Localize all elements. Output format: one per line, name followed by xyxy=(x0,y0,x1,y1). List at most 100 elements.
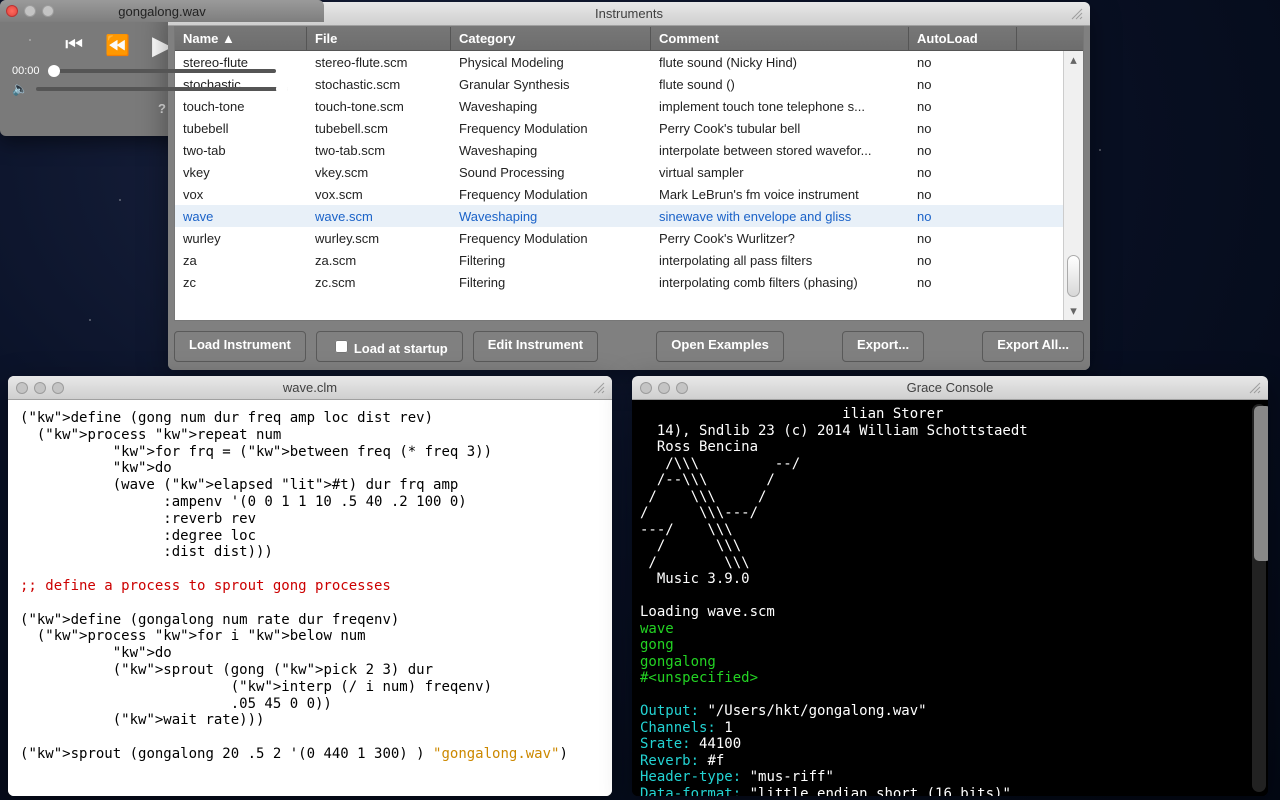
editor-window: wave.clm ("kw">define (gong num dur freq… xyxy=(8,376,612,796)
vertical-scrollbar[interactable]: ▴ ▾ xyxy=(1063,51,1083,320)
scroll-thumb[interactable] xyxy=(1067,255,1080,297)
scroll-up-icon[interactable]: ▴ xyxy=(1070,51,1077,69)
minimize-icon[interactable] xyxy=(24,5,36,17)
window-title: Grace Console xyxy=(632,380,1268,395)
rewind-icon[interactable]: ⏪ xyxy=(105,30,130,61)
column-category[interactable]: Category xyxy=(451,27,651,50)
cell-comment: sinewave with envelope and gliss xyxy=(651,209,909,224)
time-current: 00:00 xyxy=(12,65,40,77)
console-output[interactable]: ilian Storer 14), Sndlib 23 (c) 2014 Wil… xyxy=(632,400,1268,796)
cell-file: vkey.scm xyxy=(307,165,451,180)
cell-autoload: no xyxy=(909,253,1017,268)
scroll-thumb[interactable] xyxy=(1254,406,1268,561)
cell-file: wave.scm xyxy=(307,209,451,224)
cell-name: vkey xyxy=(175,165,307,180)
prev-track-icon[interactable]: ⏮ xyxy=(65,30,83,61)
cell-file: touch-tone.scm xyxy=(307,99,451,114)
cell-category: Frequency Modulation xyxy=(451,121,651,136)
cell-comment: flute sound () xyxy=(651,77,909,92)
cell-comment: flute sound (Nicky Hind) xyxy=(651,55,909,70)
column-file[interactable]: File xyxy=(307,27,451,50)
close-icon[interactable] xyxy=(16,382,28,394)
cell-category: Waveshaping xyxy=(451,143,651,158)
cell-name: two-tab xyxy=(175,143,307,158)
resize-icon[interactable] xyxy=(592,381,606,395)
export-all-button[interactable]: Export All... xyxy=(982,331,1084,362)
table-row[interactable]: touch-tonetouch-tone.scmWaveshapingimple… xyxy=(175,95,1063,117)
minimize-icon[interactable] xyxy=(34,382,46,394)
column-name[interactable]: Name ▲ xyxy=(175,27,307,50)
cell-category: Granular Synthesis xyxy=(451,77,651,92)
cell-comment: Mark LeBrun's fm voice instrument xyxy=(651,187,909,202)
export-button[interactable]: Export... xyxy=(842,331,924,362)
volume-thumb[interactable] xyxy=(276,83,288,95)
code-editor[interactable]: ("kw">define (gong num dur freq amp loc … xyxy=(8,400,612,796)
close-icon[interactable] xyxy=(6,5,18,17)
table-row[interactable]: zaza.scmFilteringinterpolating all pass … xyxy=(175,249,1063,271)
table-row[interactable]: stereo-flutestereo-flute.scmPhysical Mod… xyxy=(175,51,1063,73)
vertical-scrollbar[interactable] xyxy=(1252,404,1266,792)
cell-file: za.scm xyxy=(307,253,451,268)
cell-file: vox.scm xyxy=(307,187,451,202)
close-icon[interactable] xyxy=(640,382,652,394)
table-row[interactable]: tubebelltubebell.scmFrequency Modulation… xyxy=(175,117,1063,139)
cell-name: za xyxy=(175,253,307,268)
cell-autoload: no xyxy=(909,121,1017,136)
cell-autoload: no xyxy=(909,99,1017,114)
cell-comment: interpolating all pass filters xyxy=(651,253,909,268)
cell-comment: Perry Cook's Wurlitzer? xyxy=(651,231,909,246)
resize-icon[interactable] xyxy=(1248,381,1262,395)
cell-category: Frequency Modulation xyxy=(451,231,651,246)
table-header: Name ▲ File Category Comment AutoLoad xyxy=(175,27,1083,51)
column-autoload[interactable]: AutoLoad xyxy=(909,27,1017,50)
load-at-startup-toggle[interactable]: Load at startup xyxy=(316,331,463,362)
cell-file: stereo-flute.scm xyxy=(307,55,451,70)
player-titlebar[interactable]: gongalong.wav xyxy=(0,0,324,22)
cell-name: touch-tone xyxy=(175,99,307,114)
cell-autoload: no xyxy=(909,55,1017,70)
cell-name: tubebell xyxy=(175,121,307,136)
table-row[interactable]: voxvox.scmFrequency ModulationMark LeBru… xyxy=(175,183,1063,205)
cell-category: Waveshaping xyxy=(451,209,651,224)
instruments-window: Instruments Name ▲ File Category Comment… xyxy=(168,2,1090,370)
cell-file: two-tab.scm xyxy=(307,143,451,158)
load-instrument-button[interactable]: Load Instrument xyxy=(174,331,306,362)
cell-name: vox xyxy=(175,187,307,202)
volume-bar[interactable] xyxy=(36,87,288,91)
edit-instrument-button[interactable]: Edit Instrument xyxy=(473,331,598,362)
cell-autoload: no xyxy=(909,165,1017,180)
table-row[interactable]: wurleywurley.scmFrequency ModulationPerr… xyxy=(175,227,1063,249)
cell-file: zc.scm xyxy=(307,275,451,290)
console-window: Grace Console ilian Storer 14), Sndlib 2… xyxy=(632,376,1268,796)
cell-autoload: no xyxy=(909,209,1017,224)
seek-bar[interactable] xyxy=(48,69,277,73)
cell-name: wurley xyxy=(175,231,307,246)
minimize-icon[interactable] xyxy=(658,382,670,394)
cell-autoload: no xyxy=(909,143,1017,158)
zoom-icon[interactable] xyxy=(52,382,64,394)
table-row[interactable]: two-tabtwo-tab.scmWaveshapinginterpolate… xyxy=(175,139,1063,161)
table-row[interactable]: vkeyvkey.scmSound Processingvirtual samp… xyxy=(175,161,1063,183)
cell-category: Filtering xyxy=(451,275,651,290)
cell-autoload: no xyxy=(909,275,1017,290)
zoom-icon[interactable] xyxy=(42,5,54,17)
seek-thumb[interactable] xyxy=(48,65,60,77)
cell-category: Physical Modeling xyxy=(451,55,651,70)
scroll-down-icon[interactable]: ▾ xyxy=(1070,302,1077,320)
table-row[interactable]: wavewave.scmWaveshapingsinewave with env… xyxy=(175,205,1063,227)
cell-category: Waveshaping xyxy=(451,99,651,114)
open-examples-button[interactable]: Open Examples xyxy=(656,331,784,362)
cell-comment: implement touch tone telephone s... xyxy=(651,99,909,114)
cell-name: stereo-flute xyxy=(175,55,307,70)
editor-titlebar[interactable]: wave.clm xyxy=(8,376,612,400)
resize-icon[interactable] xyxy=(1070,7,1084,21)
table-row[interactable]: stochasticstochastic.scmGranular Synthes… xyxy=(175,73,1063,95)
column-comment[interactable]: Comment xyxy=(651,27,909,50)
cell-comment: interpolating comb filters (phasing) xyxy=(651,275,909,290)
load-at-startup-checkbox[interactable] xyxy=(335,340,348,353)
zoom-icon[interactable] xyxy=(676,382,688,394)
console-titlebar[interactable]: Grace Console xyxy=(632,376,1268,400)
table-row[interactable]: zczc.scmFilteringinterpolating comb filt… xyxy=(175,271,1063,293)
cell-comment: virtual sampler xyxy=(651,165,909,180)
cell-category: Sound Processing xyxy=(451,165,651,180)
